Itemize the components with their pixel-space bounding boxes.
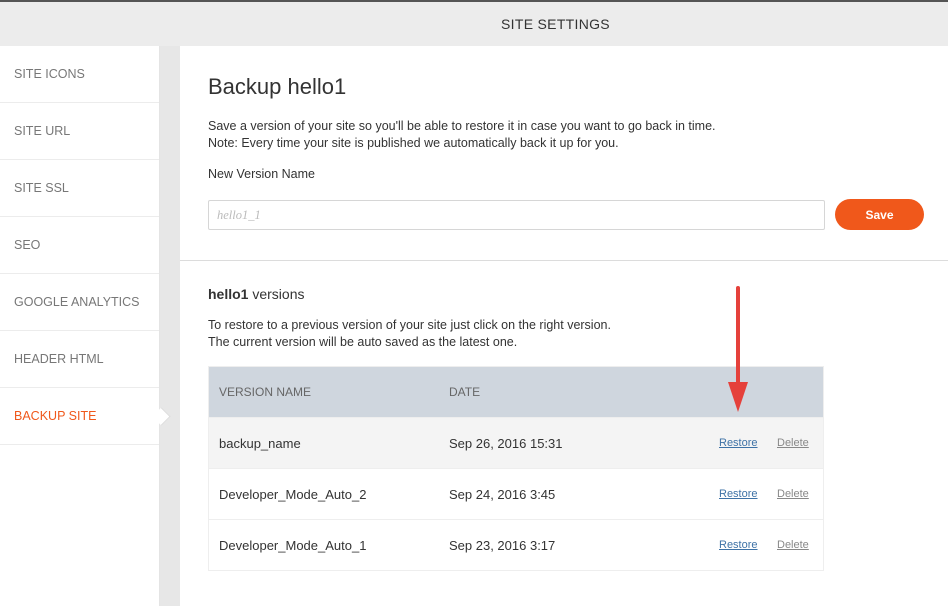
save-button[interactable]: Save (835, 199, 924, 230)
column-header-version-name: VERSION NAME (219, 385, 312, 399)
versions-title: hello1 versions (208, 286, 305, 302)
description-line: Save a version of your site so you'll be… (208, 119, 716, 133)
sidebar-item-site-url[interactable]: SITE URL (0, 103, 159, 160)
restore-link[interactable]: Restore (719, 488, 758, 500)
versions-description-line: To restore to a previous version of your… (208, 318, 611, 332)
table-row: backup_name Sep 26, 2016 15:31 Restore D… (209, 417, 823, 468)
restore-link[interactable]: Restore (719, 437, 758, 449)
sidebar-item-site-ssl[interactable]: SITE SSL (0, 160, 159, 217)
table-row: Developer_Mode_Auto_1 Sep 23, 2016 3:17 … (209, 519, 823, 570)
versions-description: To restore to a previous version of your… (208, 317, 611, 351)
sidebar-item-google-analytics[interactable]: GOOGLE ANALYTICS (0, 274, 159, 331)
version-name-cell: backup_name (219, 435, 301, 451)
table-row: Developer_Mode_Auto_2 Sep 24, 2016 3:45 … (209, 468, 823, 519)
version-name-cell: Developer_Mode_Auto_2 (219, 486, 367, 502)
sidebar-item-site-icons[interactable]: SITE ICONS (0, 46, 159, 103)
delete-link[interactable]: Delete (777, 539, 809, 551)
versions-title-site: hello1 (208, 286, 249, 302)
version-date-cell: Sep 26, 2016 15:31 (449, 435, 563, 451)
top-bar: SITE SETTINGS (0, 0, 948, 46)
backup-description: Save a version of your site so you'll be… (208, 118, 716, 152)
version-name-cell: Developer_Mode_Auto_1 (219, 537, 367, 553)
restore-link[interactable]: Restore (719, 539, 758, 551)
delete-link[interactable]: Delete (777, 488, 809, 500)
version-date-cell: Sep 23, 2016 3:17 (449, 537, 556, 553)
new-version-label: New Version Name (208, 167, 315, 181)
versions-description-line: The current version will be auto saved a… (208, 335, 518, 349)
new-version-name-input[interactable] (208, 200, 825, 230)
column-header-date: DATE (449, 385, 481, 399)
section-divider (180, 260, 948, 261)
page-header-title: SITE SETTINGS (501, 16, 610, 32)
description-line: Note: Every time your site is published … (208, 136, 619, 150)
page-title: Backup hello1 (208, 74, 347, 99)
sidebar-item-header-html[interactable]: HEADER HTML (0, 331, 159, 388)
annotation-arrow-icon (728, 286, 748, 412)
versions-title-suffix: versions (248, 286, 305, 302)
sidebar-item-seo[interactable]: SEO (0, 217, 159, 274)
version-date-cell: Sep 24, 2016 3:45 (449, 486, 556, 502)
settings-sidebar: SITE ICONS SITE URL SITE SSL SEO GOOGLE … (0, 46, 160, 606)
sidebar-item-backup-site[interactable]: BACKUP SITE (0, 388, 159, 445)
backup-panel: Backup hello1 Save a version of your sit… (180, 46, 948, 606)
delete-link[interactable]: Delete (777, 437, 809, 449)
